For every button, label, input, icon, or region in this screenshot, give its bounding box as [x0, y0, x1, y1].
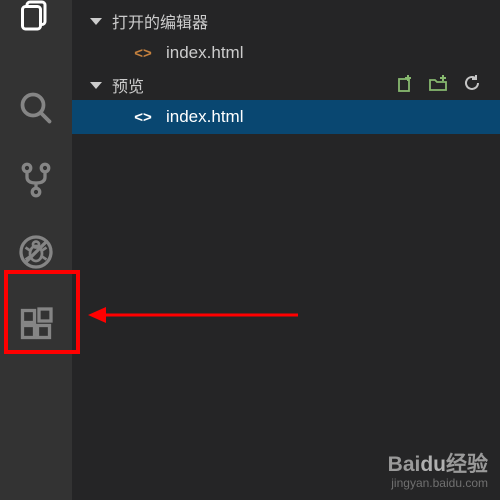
explorer-sidebar: 打开的编辑器 <> index.html 预览 <> index.html [72, 0, 500, 500]
watermark: Baidu经验 jingyan.baidu.com [388, 448, 488, 490]
activity-bar [0, 0, 72, 500]
activity-search[interactable] [0, 74, 72, 146]
section-actions [394, 70, 482, 100]
preview-file-item[interactable]: <> index.html [72, 100, 500, 134]
file-name: index.html [166, 107, 243, 127]
activity-extensions[interactable] [0, 290, 72, 362]
html-file-icon: <> [132, 42, 154, 64]
new-file-icon[interactable] [394, 73, 414, 98]
files-icon [18, 0, 54, 37]
section-open-editors[interactable]: 打开的编辑器 [72, 6, 500, 36]
html-file-icon: <> [132, 106, 154, 128]
activity-debug[interactable] [0, 218, 72, 290]
refresh-icon[interactable] [462, 73, 482, 98]
extensions-icon [18, 306, 54, 347]
bug-slash-icon [18, 234, 54, 275]
section-title: 打开的编辑器 [112, 9, 208, 33]
activity-source-control[interactable] [0, 146, 72, 218]
chevron-down-icon [90, 82, 102, 89]
search-icon [18, 90, 54, 131]
new-folder-icon[interactable] [428, 73, 448, 98]
file-name: index.html [166, 43, 243, 63]
activity-explorer[interactable] [0, 2, 72, 74]
section-title: 预览 [112, 73, 144, 97]
chevron-down-icon [90, 18, 102, 25]
section-preview[interactable]: 预览 [72, 70, 500, 100]
open-editor-item[interactable]: <> index.html [72, 36, 500, 70]
git-branch-icon [18, 162, 54, 203]
